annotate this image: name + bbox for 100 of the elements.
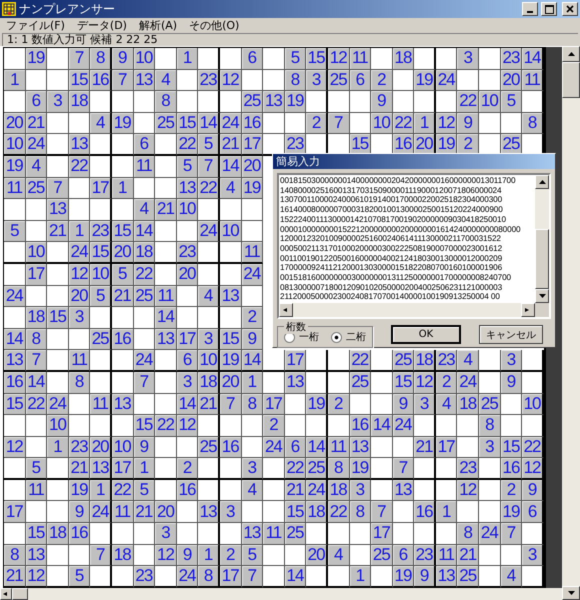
grid-cell[interactable]: 20 — [242, 156, 264, 178]
menu-item[interactable]: 解析(A) — [138, 18, 178, 32]
grid-cell[interactable]: 6 — [284, 436, 306, 458]
grid-cell[interactable]: 21 — [47, 220, 69, 242]
grid-cell[interactable] — [414, 480, 436, 502]
grid-cell[interactable]: 7 — [371, 501, 393, 524]
grid-cell[interactable]: 5 — [284, 48, 306, 70]
grid-cell[interactable] — [479, 458, 501, 480]
grid-cell[interactable]: 15 — [26, 523, 48, 545]
grid-cell[interactable]: 10 — [26, 242, 48, 264]
grid-cell[interactable] — [500, 544, 522, 566]
cancel-button[interactable]: キャンセル — [479, 325, 543, 344]
grid-cell[interactable] — [263, 458, 285, 480]
grid-cell[interactable]: 17 — [4, 501, 26, 524]
grid-cell[interactable]: 6 — [392, 544, 414, 566]
grid-cell[interactable]: 11 — [68, 350, 90, 372]
grid-cell[interactable]: 3 — [479, 436, 501, 458]
grid-cell[interactable]: 1 — [47, 436, 69, 458]
grid-cell[interactable]: 5 — [68, 566, 90, 588]
grid-cell[interactable] — [242, 286, 264, 308]
grid-cell[interactable]: 8 — [4, 544, 26, 566]
grid-cell[interactable] — [176, 436, 198, 458]
grid-cell[interactable] — [220, 415, 242, 437]
grid-cell[interactable] — [155, 566, 177, 588]
grid-cell[interactable]: 8 — [242, 394, 264, 416]
grid-cell[interactable] — [198, 307, 220, 329]
grid-cell[interactable]: 7 — [328, 112, 350, 134]
grid-cell[interactable]: 15 — [220, 328, 242, 350]
grid-cell[interactable] — [263, 372, 285, 394]
grid-cell[interactable]: 16 — [176, 480, 198, 502]
grid-cell[interactable] — [242, 501, 264, 524]
grid-cell[interactable] — [242, 199, 264, 221]
grid-cell[interactable]: 3 — [220, 501, 242, 524]
grid-cell[interactable] — [522, 372, 544, 394]
grid-cell[interactable] — [155, 436, 177, 458]
scroll-down-button[interactable] — [562, 586, 580, 600]
grid-cell[interactable] — [4, 242, 26, 264]
grid-cell[interactable]: 13 — [68, 134, 90, 156]
grid-cell[interactable]: 17 — [436, 436, 458, 458]
grid-cell[interactable] — [263, 70, 285, 92]
grid-cell[interactable] — [220, 242, 242, 264]
grid-cell[interactable]: 11 — [436, 544, 458, 566]
grid-cell[interactable]: 24 — [26, 134, 48, 156]
grid-cell[interactable]: 14 — [176, 394, 198, 416]
grid-cell[interactable] — [436, 91, 458, 113]
grid-cell[interactable]: 5 — [500, 91, 522, 113]
grid-cell[interactable]: 18 — [134, 242, 156, 264]
grid-cell[interactable]: 2 — [436, 372, 458, 394]
grid-cell[interactable]: 4 — [436, 394, 458, 416]
grid-cell[interactable]: 12 — [176, 415, 198, 437]
grid-cell[interactable] — [4, 458, 26, 480]
grid-cell[interactable]: 14 — [198, 112, 220, 134]
grid-cell[interactable]: 10 — [220, 220, 242, 242]
grid-cell[interactable]: 18 — [198, 372, 220, 394]
grid-cell[interactable]: 10 — [522, 394, 544, 416]
grid-cell[interactable]: 11 — [522, 70, 544, 92]
grid-cell[interactable]: 14 — [371, 415, 393, 437]
grid-cell[interactable]: 10 — [47, 415, 69, 437]
grid-cell[interactable]: 25 — [90, 328, 112, 350]
grid-cell[interactable]: 9 — [457, 112, 480, 134]
grid-cell[interactable]: 9 — [414, 566, 436, 588]
grid-cell[interactable] — [112, 350, 134, 372]
grid-cell[interactable] — [392, 523, 414, 545]
grid-cell[interactable] — [414, 458, 436, 480]
grid-cell[interactable] — [26, 501, 48, 524]
grid-cell[interactable] — [198, 242, 220, 264]
grid-cell[interactable]: 18 — [68, 91, 90, 113]
grid-cell[interactable]: 19 — [392, 566, 414, 588]
grid-cell[interactable] — [284, 415, 306, 437]
grid-cell[interactable]: 22 — [198, 178, 220, 200]
grid-cell[interactable] — [68, 178, 90, 200]
grid-cell[interactable]: 9 — [176, 544, 198, 566]
grid-cell[interactable]: 6 — [522, 501, 544, 524]
grid-cell[interactable] — [457, 501, 480, 524]
scroll-up-button[interactable] — [562, 46, 580, 62]
grid-cell[interactable] — [26, 286, 48, 308]
grid-cell[interactable]: 13 — [90, 458, 112, 480]
grid-cell[interactable] — [90, 566, 112, 588]
vertical-scrollbar[interactable] — [535, 175, 549, 303]
grid-cell[interactable]: 23 — [176, 242, 198, 264]
grid-cell[interactable]: 20 — [90, 436, 112, 458]
grid-cell[interactable]: 5 — [112, 264, 134, 286]
grid-cell[interactable]: 2 — [242, 307, 264, 329]
grid-cell[interactable]: 13 — [155, 328, 177, 350]
grid-cell[interactable] — [68, 544, 90, 566]
grid-cell[interactable] — [47, 544, 69, 566]
grid-cell[interactable] — [4, 91, 26, 113]
grid-cell[interactable] — [522, 415, 544, 437]
grid-cell[interactable]: 13 — [436, 566, 458, 588]
grid-cell[interactable] — [457, 436, 480, 458]
grid-cell[interactable] — [4, 199, 26, 221]
grid-cell[interactable] — [47, 264, 69, 286]
grid-cell[interactable]: 2 — [176, 458, 198, 480]
grid-cell[interactable]: 10 — [479, 91, 501, 113]
grid-cell[interactable]: 3 — [306, 70, 328, 92]
grid-cell[interactable]: 4 — [26, 156, 48, 178]
grid-cell[interactable]: 19 — [26, 48, 48, 70]
grid-cell[interactable]: 15 — [68, 70, 90, 92]
grid-cell[interactable] — [328, 91, 350, 113]
grid-cell[interactable] — [414, 48, 436, 70]
